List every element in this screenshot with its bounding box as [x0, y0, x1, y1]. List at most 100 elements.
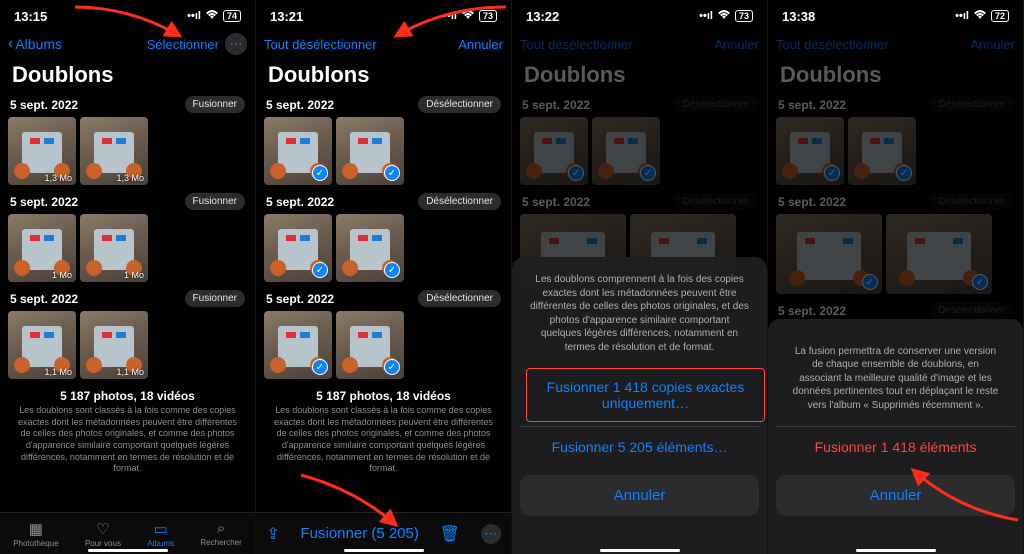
photo-thumb: ✓	[776, 214, 882, 294]
tab-library[interactable]: ▦Photothèque	[13, 520, 58, 548]
check-icon: ✓	[384, 262, 400, 278]
screen-2: 13:21 ••ıl 73 Tout désélectionner Annule…	[256, 0, 512, 554]
back-button[interactable]: ‹ Albums	[8, 36, 62, 52]
photo-thumb[interactable]: 1,3 Mo	[80, 117, 148, 185]
deselect-pill[interactable]: Désélectionner	[418, 193, 501, 210]
photo-thumb[interactable]: ✓	[336, 117, 404, 185]
home-indicator[interactable]	[344, 549, 424, 552]
duplicate-group: 5 sept. 2022 Fusionner 1,1 Mo 1,1 Mo	[0, 288, 255, 385]
share-icon[interactable]: ⇪	[266, 524, 279, 544]
group-date: 5 sept. 2022	[522, 195, 590, 209]
battery-level: 73	[735, 10, 753, 22]
deselect-pill[interactable]: Désélectionner	[418, 290, 501, 307]
select-button[interactable]: Sélectionner	[147, 37, 219, 52]
more-button[interactable]: ⋯	[481, 524, 501, 544]
home-indicator[interactable]	[88, 549, 168, 552]
nav-bar: Tout désélectionner Annuler	[512, 28, 767, 60]
signal-icon: ••ıl	[955, 10, 969, 22]
status-icons: ••ıl 73	[443, 10, 497, 23]
group-date: 5 sept. 2022	[10, 292, 78, 306]
deselect-all-button: Tout désélectionner	[776, 37, 889, 52]
deselect-all-button[interactable]: Tout désélectionner	[264, 37, 377, 52]
chevron-left-icon: ‹	[8, 36, 13, 52]
photo-thumb[interactable]: ✓	[336, 311, 404, 379]
duplicate-group: 5 sept. 2022Désélectionner ✓ ✓	[512, 94, 767, 191]
check-icon: ✓	[862, 274, 878, 290]
deselect-pill: Désélectionner	[930, 302, 1013, 319]
deselect-pill[interactable]: Désélectionner	[418, 96, 501, 113]
tab-foryou[interactable]: ♡Pour vous	[85, 520, 121, 548]
merge-pill[interactable]: Fusionner	[185, 96, 245, 113]
check-icon: ✓	[824, 165, 840, 181]
photo-thumb[interactable]: 1 Mo	[80, 214, 148, 282]
merge-button[interactable]: Fusionner (5 205)	[300, 525, 418, 542]
cancel-button: Annuler	[970, 37, 1015, 52]
screen-3: 13:22 ••ıl 73 Tout désélectionner Annule…	[512, 0, 768, 554]
ellipsis-icon: ⋯	[484, 526, 497, 542]
photo-thumb[interactable]: ✓	[336, 214, 404, 282]
cancel-button[interactable]: Annuler	[458, 37, 503, 52]
signal-icon: ••ıl	[443, 10, 457, 22]
content-scroll[interactable]: 5 sept. 2022Désélectionner ✓ ✓ 5 sept. 2…	[256, 94, 511, 512]
group-date: 5 sept. 2022	[778, 98, 846, 112]
selection-toolbar: ⇪ Fusionner (5 205) 🗑 ⋯	[256, 512, 511, 554]
tab-bar: ▦Photothèque ♡Pour vous ▭Albums ⌕Recherc…	[0, 512, 255, 554]
battery-level: 74	[223, 10, 241, 22]
home-indicator[interactable]	[600, 549, 680, 552]
wifi-icon	[205, 10, 219, 23]
group-date: 5 sept. 2022	[778, 195, 846, 209]
check-icon: ✓	[384, 359, 400, 375]
status-icons: ••ıl 74	[187, 10, 241, 23]
action-sheet: Les doublons comprennent à la fois des c…	[512, 257, 767, 554]
photo-thumb[interactable]: ✓	[264, 117, 332, 185]
group-date: 5 sept. 2022	[266, 292, 334, 306]
tab-search[interactable]: ⌕Rechercher	[200, 520, 241, 547]
action-sheet: La fusion permettra de conserver une ver…	[768, 319, 1023, 554]
ellipsis-icon: ⋯	[230, 36, 243, 52]
home-indicator[interactable]	[856, 549, 936, 552]
photo-thumb[interactable]: ✓	[264, 214, 332, 282]
battery-level: 72	[991, 10, 1009, 22]
status-icons: ••ıl 72	[955, 10, 1009, 23]
photo-thumb[interactable]: 1,1 Mo	[80, 311, 148, 379]
duplicate-group: 5 sept. 2022Désélectionner ✓ ✓	[256, 94, 511, 191]
library-desc: Les doublons sont classés à la fois comm…	[256, 405, 511, 481]
search-icon: ⌕	[217, 520, 225, 537]
signal-icon: ••ıl	[699, 10, 713, 22]
wifi-icon	[973, 10, 987, 23]
photo-thumb: ✓	[848, 117, 916, 185]
sheet-cancel-button[interactable]: Annuler	[520, 475, 759, 516]
library-desc: Les doublons sont classés à la fois comm…	[0, 405, 255, 481]
duplicate-group: 5 sept. 2022 Désélectionner ✓ ✓	[256, 288, 511, 385]
check-icon: ✓	[972, 274, 988, 290]
photo-thumb[interactable]: 1,3 Mo	[8, 117, 76, 185]
sheet-message: La fusion permettra de conserver une ver…	[776, 331, 1015, 427]
photo-thumb: ✓	[592, 117, 660, 185]
merge-exact-button[interactable]: Fusionner 1 418 copies exactes uniquemen…	[526, 368, 765, 422]
check-icon: ✓	[896, 165, 912, 181]
merge-pill[interactable]: Fusionner	[185, 290, 245, 307]
heart-icon: ♡	[96, 520, 109, 538]
page-title: Doublons	[768, 60, 1023, 94]
duplicate-group: 5 sept. 2022Désélectionner ✓ ✓	[768, 94, 1023, 191]
tab-albums[interactable]: ▭Albums	[147, 520, 174, 548]
merge-all-button[interactable]: Fusionner 5 205 éléments…	[520, 426, 759, 467]
duplicate-group: 5 sept. 2022Désélectionner ✓ ✓	[768, 191, 1023, 300]
photo-thumb: ✓	[886, 214, 992, 294]
content-scroll[interactable]: 5 sept. 2022 Fusionner 1,3 Mo 1,3 Mo 5 s…	[0, 94, 255, 512]
check-icon: ✓	[312, 359, 328, 375]
battery-level: 73	[479, 10, 497, 22]
check-icon: ✓	[312, 165, 328, 181]
more-button[interactable]: ⋯	[225, 33, 247, 55]
confirm-merge-button[interactable]: Fusionner 1 418 éléments	[776, 426, 1015, 467]
group-date: 5 sept. 2022	[10, 195, 78, 209]
trash-icon[interactable]: 🗑	[440, 524, 460, 544]
deselect-all-button: Tout désélectionner	[520, 37, 633, 52]
merge-pill[interactable]: Fusionner	[185, 193, 245, 210]
sheet-cancel-button[interactable]: Annuler	[776, 475, 1015, 516]
status-icons: ••ıl 73	[699, 10, 753, 23]
check-icon: ✓	[312, 262, 328, 278]
photo-thumb[interactable]: 1,1 Mo	[8, 311, 76, 379]
photo-thumb[interactable]: ✓	[264, 311, 332, 379]
photo-thumb[interactable]: 1 Mo	[8, 214, 76, 282]
